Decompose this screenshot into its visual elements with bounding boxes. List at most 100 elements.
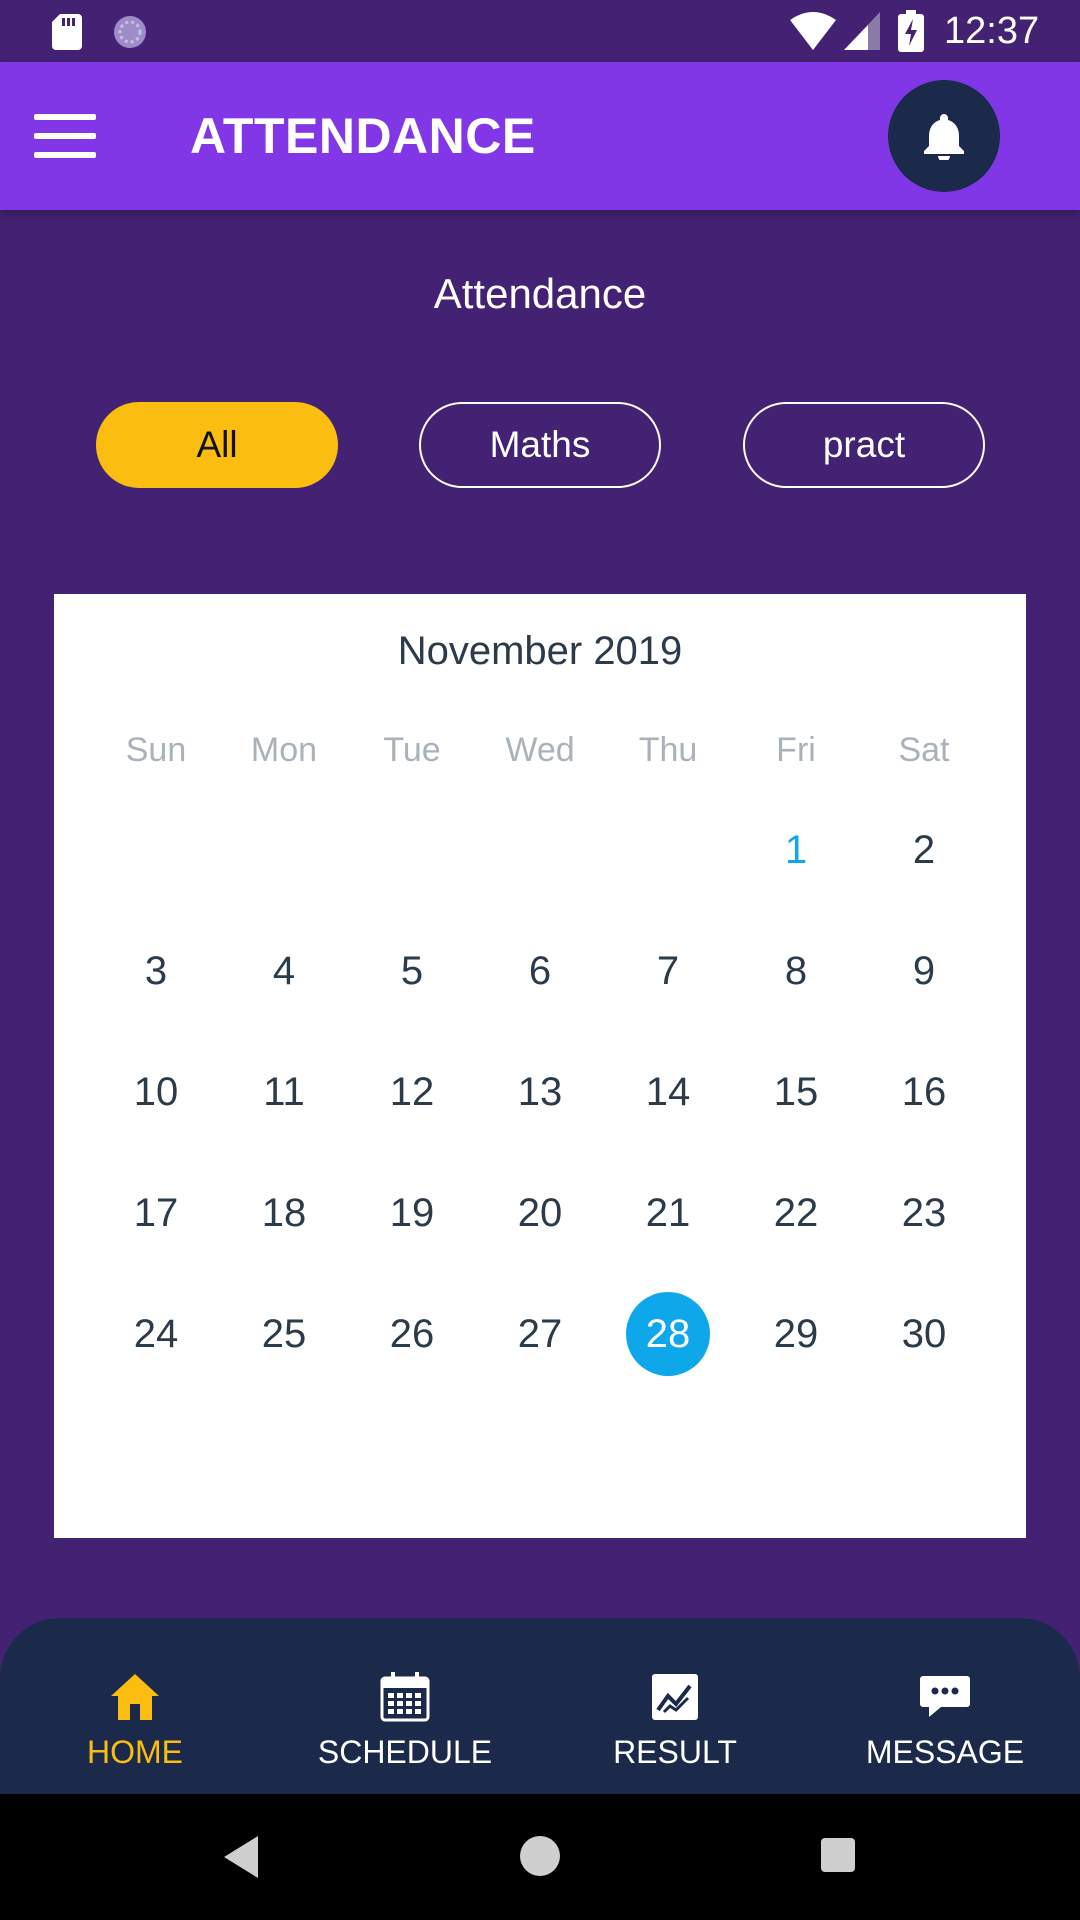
calendar-day-cell[interactable]: 4 bbox=[220, 929, 348, 1013]
calendar-empty-cell bbox=[604, 808, 732, 892]
calendar-day-cell[interactable]: 5 bbox=[348, 929, 476, 1013]
calendar-day-number: 1 bbox=[784, 828, 808, 872]
calendar-day-number: 6 bbox=[528, 949, 552, 993]
calendar-day-cell[interactable]: 27 bbox=[476, 1292, 604, 1376]
calendar-day-number: 15 bbox=[773, 1070, 819, 1114]
calendar-day-number: 21 bbox=[645, 1191, 691, 1235]
calendar-day-cell[interactable]: 13 bbox=[476, 1050, 604, 1134]
calendar-day-cell[interactable]: 21 bbox=[604, 1171, 732, 1255]
calendar-day-cell[interactable]: 9 bbox=[860, 929, 988, 1013]
calendar-day-cell[interactable]: 30 bbox=[860, 1292, 988, 1376]
calendar-day-number: 2 bbox=[912, 828, 936, 872]
weekday-label: Tue bbox=[383, 731, 441, 769]
app-bar: ATTENDANCE bbox=[0, 62, 1080, 210]
calendar-day-number: 7 bbox=[656, 949, 680, 993]
nav-item-result[interactable]: RESULT bbox=[555, 1670, 795, 1772]
calendar-empty-cell bbox=[220, 808, 348, 892]
calendar-day-number: 3 bbox=[144, 949, 168, 993]
calendar-empty-cell bbox=[476, 808, 604, 892]
cell-signal-icon bbox=[844, 12, 880, 50]
calendar-day-cell[interactable]: 3 bbox=[92, 929, 220, 1013]
calendar-day-number: 19 bbox=[389, 1191, 435, 1235]
calendar-day-number: 11 bbox=[263, 1070, 305, 1114]
calendar-day-cell[interactable]: 29 bbox=[732, 1292, 860, 1376]
calendar-day-number: 20 bbox=[517, 1191, 563, 1235]
calendar-day-cell[interactable]: 14 bbox=[604, 1050, 732, 1134]
calendar-day-number-selected: 28 bbox=[626, 1292, 710, 1376]
status-clock: 12:37 bbox=[944, 10, 1040, 52]
calendar-day-cell[interactable]: 8 bbox=[732, 929, 860, 1013]
calendar-day-cell[interactable]: 1 bbox=[732, 808, 860, 892]
calendar-day-cell-selected[interactable]: 28 bbox=[604, 1292, 732, 1376]
calendar-week-row: 1 2 bbox=[92, 808, 988, 892]
calendar-day-cell[interactable]: 15 bbox=[732, 1050, 860, 1134]
calendar-day-number: 10 bbox=[133, 1070, 179, 1114]
nav-item-message[interactable]: MESSAGE bbox=[825, 1670, 1065, 1772]
calendar-day-number: 4 bbox=[272, 949, 296, 993]
weekday-label: Thu bbox=[638, 731, 698, 769]
calendar-empty-cell bbox=[348, 808, 476, 892]
calendar-card: November 2019 Sun Mon Tue Wed Thu Fri Sa… bbox=[54, 594, 1026, 1538]
bottom-navigation: HOME SCHEDULE RESULT MESSAGE bbox=[0, 1618, 1080, 1794]
notifications-button[interactable] bbox=[888, 80, 1000, 192]
calendar-day-number: 25 bbox=[261, 1312, 307, 1356]
weekday-label: Fri bbox=[776, 731, 816, 769]
calendar-day-number: 24 bbox=[133, 1312, 179, 1356]
calendar-day-cell[interactable]: 16 bbox=[860, 1050, 988, 1134]
calendar-day-cell[interactable]: 26 bbox=[348, 1292, 476, 1376]
filter-chip-pract[interactable]: pract bbox=[743, 402, 985, 488]
battery-charging-icon bbox=[898, 10, 924, 52]
calendar-day-number: 29 bbox=[773, 1312, 819, 1356]
calendar-day-number: 26 bbox=[389, 1312, 435, 1356]
calendar-week-row: 10 11 12 13 14 15 16 bbox=[92, 1050, 988, 1134]
calendar-day-number: 13 bbox=[517, 1070, 563, 1114]
bell-icon bbox=[924, 114, 964, 160]
calendar-day-cell[interactable]: 7 bbox=[604, 929, 732, 1013]
calendar-day-cell[interactable]: 20 bbox=[476, 1171, 604, 1255]
calendar-day-number: 14 bbox=[645, 1070, 691, 1114]
chart-icon bbox=[652, 1674, 698, 1720]
wifi-icon bbox=[790, 12, 836, 50]
filter-chip-all[interactable]: All bbox=[96, 402, 338, 488]
calendar-day-cell[interactable]: 11 bbox=[220, 1050, 348, 1134]
section-title: Attendance bbox=[433, 270, 647, 317]
calendar-day-number: 12 bbox=[389, 1070, 435, 1114]
calendar-day-number: 18 bbox=[261, 1191, 307, 1235]
recents-icon[interactable] bbox=[821, 1838, 855, 1872]
calendar-week-row: 3 4 5 6 7 8 9 bbox=[92, 929, 988, 1013]
filter-chip-maths[interactable]: Maths bbox=[419, 402, 661, 488]
filter-chip-label: All bbox=[196, 424, 238, 465]
calendar-day-cell[interactable]: 24 bbox=[92, 1292, 220, 1376]
nav-item-home[interactable]: HOME bbox=[15, 1670, 255, 1772]
calendar-day-number: 16 bbox=[901, 1070, 947, 1114]
page-title: ATTENDANCE bbox=[190, 108, 536, 164]
calendar-day-cell[interactable]: 25 bbox=[220, 1292, 348, 1376]
home-icon bbox=[111, 1674, 159, 1720]
calendar-day-cell[interactable]: 6 bbox=[476, 929, 604, 1013]
message-icon bbox=[920, 1676, 970, 1717]
calendar-week-row: 17 18 19 20 21 22 23 bbox=[92, 1171, 988, 1255]
home-button-icon[interactable] bbox=[520, 1836, 560, 1876]
weekday-header-row: Sun Mon Tue Wed Thu Fri Sat bbox=[92, 728, 988, 772]
status-bar: 12:37 bbox=[0, 0, 1080, 62]
calendar-day-cell[interactable]: 10 bbox=[92, 1050, 220, 1134]
calendar-day-cell[interactable]: 17 bbox=[92, 1171, 220, 1255]
calendar-day-number: 27 bbox=[517, 1312, 563, 1356]
calendar-day-cell[interactable]: 12 bbox=[348, 1050, 476, 1134]
calendar-day-number: 30 bbox=[901, 1312, 947, 1356]
calendar-day-cell[interactable]: 19 bbox=[348, 1171, 476, 1255]
back-icon[interactable] bbox=[222, 1834, 262, 1880]
nav-item-schedule[interactable]: SCHEDULE bbox=[285, 1670, 525, 1772]
hamburger-menu-icon[interactable] bbox=[34, 114, 96, 158]
filter-chip-label: Maths bbox=[489, 424, 591, 465]
calendar-week-row: 24 25 26 27 28 29 30 bbox=[92, 1292, 988, 1376]
filter-chip-label: pract bbox=[822, 424, 906, 465]
calendar-day-number: 17 bbox=[133, 1191, 179, 1235]
calendar-day-cell[interactable]: 23 bbox=[860, 1171, 988, 1255]
calendar-day-cell[interactable]: 2 bbox=[860, 808, 988, 892]
calendar-day-cell[interactable]: 22 bbox=[732, 1171, 860, 1255]
calendar-icon bbox=[380, 1672, 430, 1722]
weekday-label: Mon bbox=[250, 731, 318, 769]
weekday-label: Sun bbox=[125, 731, 187, 769]
calendar-day-cell[interactable]: 18 bbox=[220, 1171, 348, 1255]
